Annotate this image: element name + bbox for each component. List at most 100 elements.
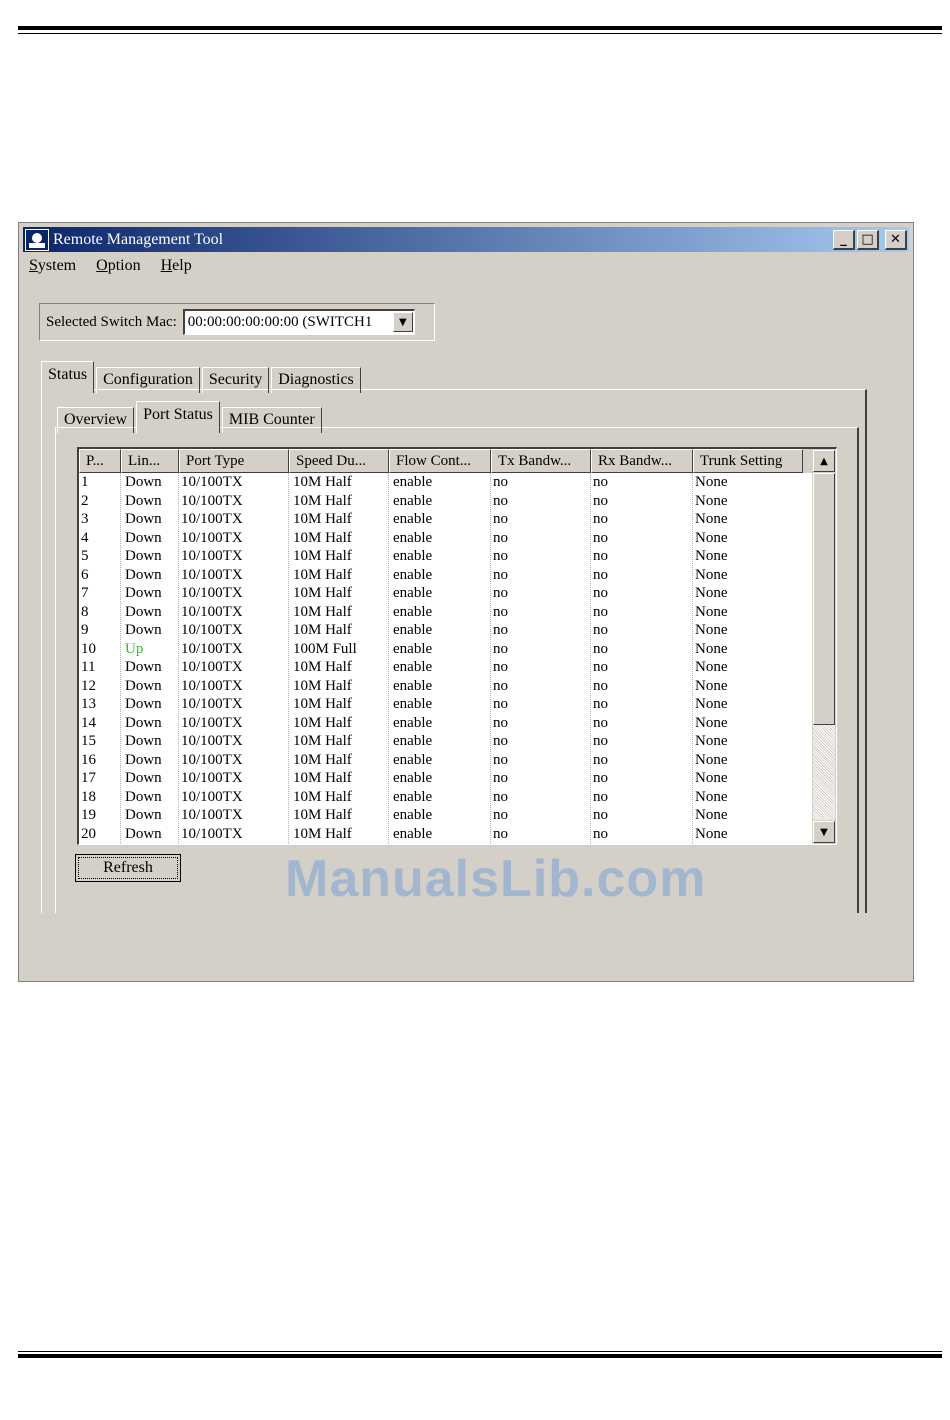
cell-link: Down	[125, 825, 162, 842]
table-row[interactable]: 10 Up 10/100TX 100M Full enable no no None	[79, 640, 836, 659]
cell-speed-duplex: 10M Half	[293, 677, 352, 694]
cell-link: Down	[125, 529, 162, 546]
cell-tx-bandwidth: no	[493, 714, 508, 731]
cell-link: Down	[125, 492, 162, 509]
table-row[interactable]: 15 Down 10/100TX 10M Half enable no no None	[79, 732, 836, 751]
scroll-up-icon[interactable]: ▲	[813, 450, 835, 472]
column-header-flow-control[interactable]: Flow Cont...	[389, 449, 491, 473]
table-body: 1 Down 10/100TX 10M Half enable no no None 2 Down…	[79, 473, 836, 843]
cell-speed-duplex: 10M Half	[293, 825, 352, 842]
column-header-trunk-setting[interactable]: Trunk Setting	[693, 449, 803, 473]
table-row[interactable]: 4 Down 10/100TX 10M Half enable no no None	[79, 529, 836, 548]
cell-link: Down	[125, 585, 162, 601]
cell-port-type: 10/100TX	[181, 474, 243, 490]
cell-speed-duplex: 10M Half	[293, 733, 352, 749]
table-row[interactable]: 12 Down 10/100TX 10M Half enable no no None	[79, 677, 836, 696]
tab-security[interactable]: Security	[201, 367, 270, 393]
table-row[interactable]: 9 Down 10/100TX 10M Half enable no no None	[79, 621, 836, 640]
cell-rx-bandwidth: no	[593, 751, 608, 768]
cell-rx-bandwidth: no	[593, 492, 608, 509]
cell-speed-duplex: 10M Half	[293, 696, 352, 712]
table-row[interactable]: 6 Down 10/100TX 10M Half enable no no None	[79, 566, 836, 585]
cell-trunk-setting: None	[695, 529, 728, 546]
table-row[interactable]: 20 Down 10/100TX 10M Half enable no no None	[79, 825, 836, 844]
table-row[interactable]: 16 Down 10/100TX 10M Half enable no no None	[79, 751, 836, 770]
table-row[interactable]: 19 Down 10/100TX 10M Half enable no no None	[79, 806, 836, 825]
maximize-button[interactable]: □	[857, 230, 879, 250]
vertical-scrollbar[interactable]: ▲ ▼	[812, 449, 836, 844]
table-row[interactable]: 8 Down 10/100TX 10M Half enable no no None	[79, 603, 836, 622]
cell-port: 9	[81, 622, 89, 638]
tab-port-status[interactable]: Port Status	[136, 401, 220, 433]
cell-rx-bandwidth: no	[593, 585, 608, 601]
cell-port: 16	[81, 751, 96, 768]
minimize-button[interactable]: _	[833, 230, 855, 250]
scroll-thumb[interactable]	[813, 473, 835, 725]
cell-tx-bandwidth: no	[493, 492, 508, 509]
menu-help[interactable]: Help	[159, 257, 194, 275]
cell-flow-control: enable	[393, 659, 433, 675]
table-row[interactable]: 11 Down 10/100TX 10M Half enable no no None	[79, 658, 836, 677]
cell-port: 4	[81, 529, 89, 546]
table-row[interactable]: 3 Down 10/100TX 10M Half enable no no None	[79, 510, 836, 529]
top-rule-thin	[18, 33, 942, 34]
cell-port-type: 10/100TX	[181, 825, 243, 842]
table-row[interactable]: 1 Down 10/100TX 10M Half enable no no None	[79, 473, 836, 492]
cell-rx-bandwidth: no	[593, 511, 608, 527]
column-header-link[interactable]: Lin...	[121, 449, 179, 473]
table-row[interactable]: 2 Down 10/100TX 10M Half enable no no None	[79, 492, 836, 511]
table-row[interactable]: 13 Down 10/100TX 10M Half enable no no None	[79, 695, 836, 714]
cell-tx-bandwidth: no	[493, 770, 508, 786]
cell-port: 10	[81, 640, 96, 657]
cell-flow-control: enable	[393, 622, 433, 638]
tab-mib-counter[interactable]: MIB Counter	[221, 407, 322, 433]
column-header-port[interactable]: P...	[79, 449, 121, 473]
cell-rx-bandwidth: no	[593, 548, 608, 564]
cell-trunk-setting: None	[695, 511, 728, 527]
column-header-tx-bandwidth[interactable]: Tx Bandw...	[491, 449, 591, 473]
cell-port-type: 10/100TX	[181, 640, 243, 657]
scroll-down-icon[interactable]: ▼	[813, 821, 835, 843]
cell-speed-duplex: 10M Half	[293, 548, 352, 564]
cell-tx-bandwidth: no	[493, 548, 508, 564]
cell-trunk-setting: None	[695, 807, 728, 823]
tab-configuration[interactable]: Configuration	[96, 367, 200, 393]
cell-link: Down	[125, 677, 162, 694]
switch-mac-group: Selected Switch Mac: 00:00:00:00:00:00 (…	[39, 303, 435, 341]
refresh-button[interactable]: Refresh	[75, 854, 181, 882]
cell-link: Down	[125, 566, 162, 583]
column-separator	[120, 473, 121, 844]
table-row[interactable]: 18 Down 10/100TX 10M Half enable no no None	[79, 788, 836, 807]
cell-trunk-setting: None	[695, 677, 728, 694]
close-button[interactable]: ✕	[885, 230, 907, 250]
cell-port: 12	[81, 677, 96, 694]
column-header-rx-bandwidth[interactable]: Rx Bandw...	[591, 449, 693, 473]
cell-flow-control: enable	[393, 640, 433, 657]
cell-port-type: 10/100TX	[181, 492, 243, 509]
cell-flow-control: enable	[393, 474, 433, 490]
menu-system[interactable]: System	[27, 257, 78, 275]
cell-port: 5	[81, 548, 89, 564]
title-bar[interactable]: Remote Management Tool _ □ ✕	[23, 227, 909, 252]
chevron-down-icon[interactable]: ▼	[392, 312, 413, 332]
table-row[interactable]: 5 Down 10/100TX 10M Half enable no no None	[79, 547, 836, 566]
column-header-port-type[interactable]: Port Type	[179, 449, 289, 473]
table-row[interactable]: 7 Down 10/100TX 10M Half enable no no None	[79, 584, 836, 603]
switch-mac-value: 00:00:00:00:00:00 (SWITCH1	[187, 314, 373, 330]
table-row[interactable]: 14 Down 10/100TX 10M Half enable no no None	[79, 714, 836, 733]
cell-flow-control: enable	[393, 585, 433, 601]
column-header-speed-duplex[interactable]: Speed Du...	[289, 449, 389, 473]
column-separator	[288, 473, 289, 844]
cell-port: 6	[81, 566, 89, 583]
cell-port-type: 10/100TX	[181, 659, 243, 675]
cell-port-type: 10/100TX	[181, 770, 243, 786]
tab-status[interactable]: Status	[41, 361, 95, 393]
cell-trunk-setting: None	[695, 474, 728, 490]
menu-option[interactable]: Option	[94, 257, 142, 275]
tab-overview[interactable]: Overview	[57, 407, 135, 433]
switch-mac-select[interactable]: 00:00:00:00:00:00 (SWITCH1 ▼	[182, 309, 415, 335]
cell-trunk-setting: None	[695, 714, 728, 731]
tab-diagnostics[interactable]: Diagnostics	[271, 367, 361, 393]
cell-port-type: 10/100TX	[181, 788, 243, 805]
table-row[interactable]: 17 Down 10/100TX 10M Half enable no no None	[79, 769, 836, 788]
